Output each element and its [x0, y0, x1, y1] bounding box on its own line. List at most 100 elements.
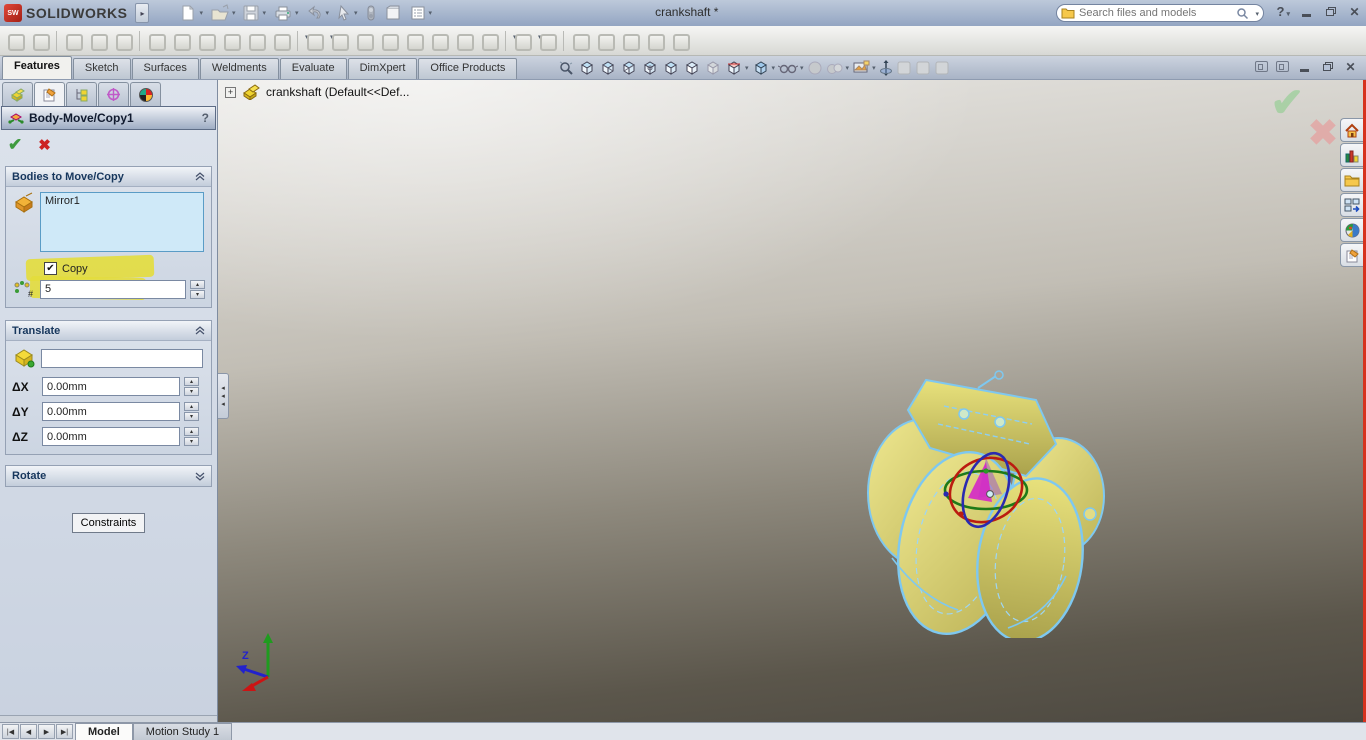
ok-button[interactable]: ✔: [8, 135, 22, 155]
confirm-corner-cancel-icon[interactable]: ✖: [1308, 112, 1338, 154]
tab-features[interactable]: Features: [2, 56, 72, 79]
collapse-chevron-icon[interactable]: [195, 326, 205, 335]
search-dropdown-arrow[interactable]: [1253, 7, 1259, 19]
options-icon[interactable]: [407, 2, 435, 24]
copy-checkbox[interactable]: ✔: [44, 262, 57, 275]
file-properties-icon[interactable]: [382, 2, 404, 24]
graphics-viewport[interactable]: ◂◂◂ + crankshaft (Default<<Def... ✔ ✖: [218, 80, 1366, 722]
delta-z-input[interactable]: [42, 427, 180, 446]
translate-group-header[interactable]: Translate: [6, 321, 211, 341]
delta-y-spinner[interactable]: ▴▾: [184, 402, 199, 421]
search-bar[interactable]: [1056, 4, 1264, 22]
edit-appearance-icon[interactable]: [807, 58, 823, 78]
tab-surfaces[interactable]: Surfaces: [132, 58, 199, 79]
tree-expand-icon[interactable]: +: [225, 87, 236, 98]
close-button[interactable]: ✕: [1347, 5, 1362, 18]
configuration-icon: [74, 87, 89, 102]
open-icon[interactable]: [208, 2, 238, 24]
search-icon[interactable]: [1236, 7, 1249, 20]
tab-configurationmanager[interactable]: [66, 82, 97, 106]
tab-sketch[interactable]: Sketch: [73, 58, 131, 79]
translate-direction-input[interactable]: [41, 349, 203, 368]
nav-prev-button[interactable]: ◀: [20, 724, 37, 739]
doc-window-icon[interactable]: [1276, 61, 1289, 72]
new-document-icon[interactable]: [177, 2, 205, 24]
collapse-chevron-icon[interactable]: [195, 172, 205, 181]
rebuild-icon[interactable]: [363, 2, 379, 24]
bodies-group-title: Bodies to Move/Copy: [12, 171, 195, 183]
copies-spinner[interactable]: ▴▾: [190, 280, 205, 299]
nav-next-button[interactable]: ▶: [38, 724, 55, 739]
view-cube-icon[interactable]: [599, 58, 617, 78]
section-view-icon[interactable]: [725, 58, 749, 78]
constraints-button[interactable]: Constraints: [72, 513, 146, 533]
panel-help-icon[interactable]: ?: [202, 111, 209, 125]
view-cube-icon[interactable]: [662, 58, 680, 78]
save-icon[interactable]: [240, 2, 268, 24]
home-icon[interactable]: [1340, 118, 1363, 142]
view-palette-icon[interactable]: [1340, 193, 1363, 217]
file-explorer-folder-icon[interactable]: [1340, 168, 1363, 192]
menu-expand-arrow[interactable]: ▸: [135, 3, 149, 23]
minimize-button[interactable]: [1299, 5, 1314, 18]
tab-displaymanager[interactable]: [130, 82, 161, 106]
app-name: SOLIDWORKS: [26, 5, 127, 21]
doc-minimize-button[interactable]: [1297, 60, 1312, 73]
panel-collapse-handle[interactable]: ◂◂◂: [218, 373, 229, 419]
display-style-icon[interactable]: [752, 58, 776, 78]
view-cube-icon[interactable]: [620, 58, 638, 78]
undo-icon[interactable]: [304, 2, 332, 24]
help-icon[interactable]: ?: [1277, 4, 1290, 19]
disabled-tool-icon: [87, 30, 109, 52]
confirm-corner-ok-icon[interactable]: ✔: [1270, 80, 1304, 126]
delta-z-spinner[interactable]: ▴▾: [184, 427, 199, 446]
number-of-copies-input[interactable]: [40, 280, 186, 299]
tab-model[interactable]: Model: [75, 723, 133, 740]
tab-office-products[interactable]: Office Products: [418, 58, 517, 79]
view-settings-icon[interactable]: [852, 58, 876, 78]
tab-featuremanager-tree[interactable]: [2, 82, 33, 106]
panel-scrollbar[interactable]: [0, 715, 217, 722]
reference-axis-icon[interactable]: [879, 58, 893, 78]
crankshaft-model[interactable]: [858, 348, 1118, 638]
custom-properties-icon[interactable]: [1340, 243, 1363, 267]
tab-motion-study-1[interactable]: Motion Study 1: [133, 723, 232, 740]
nav-first-button[interactable]: |◀: [2, 724, 19, 739]
disabled-tool-icon: [353, 30, 375, 52]
delta-x-input[interactable]: [42, 377, 180, 396]
restore-button[interactable]: [1323, 5, 1338, 18]
design-library-icon[interactable]: [1340, 143, 1363, 167]
search-input[interactable]: [1079, 7, 1232, 19]
bodies-group-header[interactable]: Bodies to Move/Copy: [6, 167, 211, 187]
doc-close-button[interactable]: ✕: [1343, 60, 1358, 73]
view-cube-icon[interactable]: [641, 58, 659, 78]
zoom-to-area-icon[interactable]: [578, 58, 596, 78]
tab-weldments[interactable]: Weldments: [200, 58, 279, 79]
selection-item[interactable]: Mirror1: [45, 195, 199, 207]
zoom-to-fit-icon[interactable]: [558, 58, 575, 78]
disabled-tool-icon: [245, 30, 267, 52]
tab-propertymanager[interactable]: [34, 82, 65, 106]
nav-last-button[interactable]: ▶|: [56, 724, 73, 739]
tab-dimxpertmanager[interactable]: [98, 82, 129, 106]
apply-scene-icon[interactable]: [826, 58, 850, 78]
view-cube-icon[interactable]: [683, 58, 701, 78]
bodies-selection-list[interactable]: Mirror1: [40, 192, 204, 252]
expand-chevron-icon[interactable]: [195, 472, 205, 481]
delta-x-spinner[interactable]: ▴▾: [184, 377, 199, 396]
tree-root-label[interactable]: crankshaft (Default<<Def...: [266, 85, 409, 99]
appearances-globe-icon[interactable]: [1340, 218, 1363, 242]
rotate-group-header[interactable]: Rotate: [6, 466, 211, 486]
print-icon[interactable]: [271, 2, 301, 24]
select-cursor-icon[interactable]: [334, 2, 360, 24]
delta-y-input[interactable]: [42, 402, 180, 421]
doc-restore-button[interactable]: [1320, 60, 1335, 73]
hide-show-items-icon[interactable]: [778, 58, 804, 78]
cancel-button[interactable]: ✖: [38, 136, 51, 154]
feature-tree-flyout: + crankshaft (Default<<Def...: [225, 84, 409, 100]
previous-view-icon[interactable]: [704, 58, 722, 78]
title-bar: SW SOLIDWORKS ▸ crankshaft: [0, 0, 1366, 26]
tab-evaluate[interactable]: Evaluate: [280, 58, 347, 79]
doc-window-icon[interactable]: [1255, 61, 1268, 72]
tab-dimxpert[interactable]: DimXpert: [348, 58, 418, 79]
